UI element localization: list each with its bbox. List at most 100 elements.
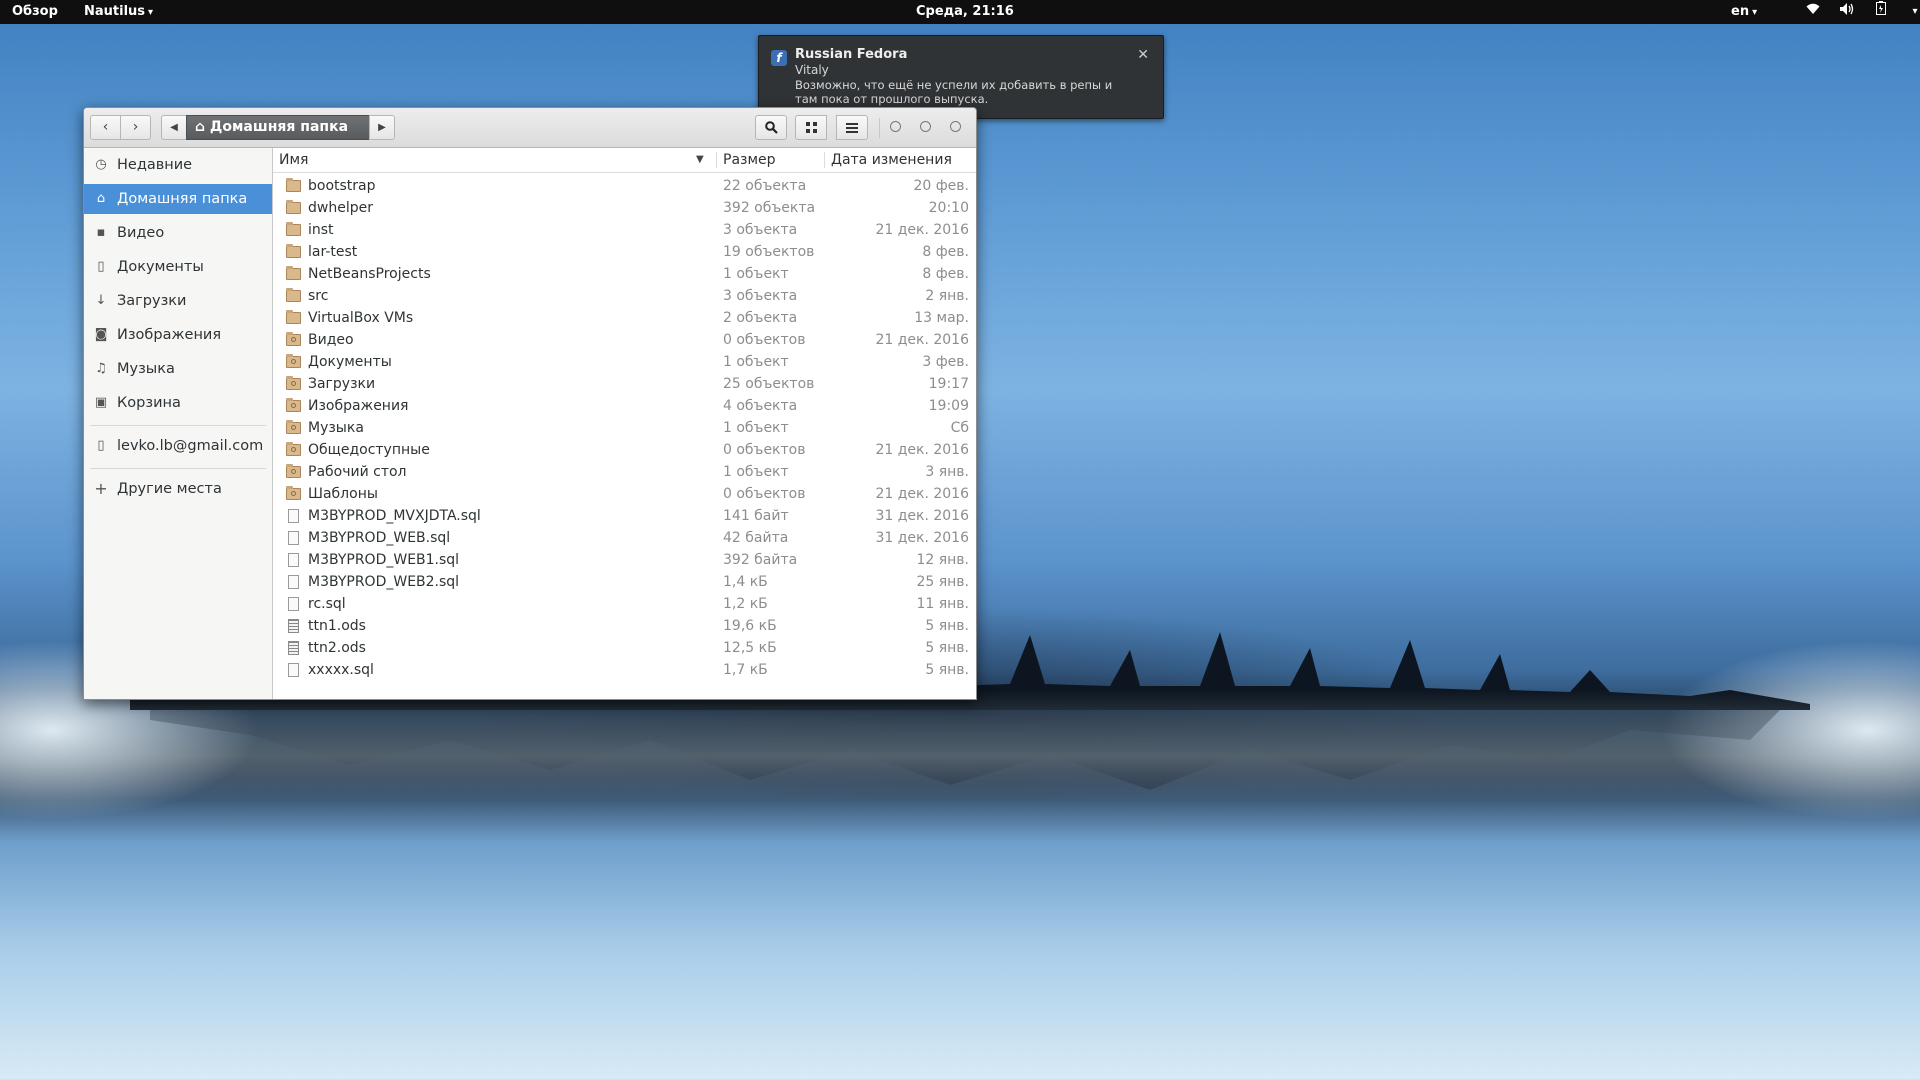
file-row[interactable]: VirtualBox VMs 2 объекта 13 мар.: [273, 307, 976, 329]
sidebar: ◷ Недавние ⌂ Домашняя папка ▪ Видео ▯ Докуме…: [84, 148, 273, 699]
file-row[interactable]: M3BYPROD_MVXJDTA.sql 141 байт 31 дек. 2016: [273, 505, 976, 527]
file-row[interactable]: M3BYPROD_WEB1.sql 392 байта 12 янв.: [273, 549, 976, 571]
path-label: Домашняя папка: [209, 119, 349, 135]
close-button[interactable]: [950, 121, 961, 132]
file-size: 1,2 кБ: [723, 596, 768, 612]
sidebar-item-trash[interactable]: ▣ Корзина: [84, 388, 272, 418]
file-size: 1 объект: [723, 420, 789, 436]
file-size: 0 объектов: [723, 332, 806, 348]
file-date: 19:17: [928, 376, 969, 392]
file-row[interactable]: Видео 0 объектов 21 дек. 2016: [273, 329, 976, 351]
notification-body: Возможно, что ещё не успели их добавить …: [795, 78, 1113, 106]
triangle-right-icon: ▶: [378, 122, 386, 133]
file-row[interactable]: bootstrap 22 объекта 20 фев.: [273, 175, 976, 197]
sidebar-item-music[interactable]: ♫ Музыка: [84, 354, 272, 384]
path-scroll-left-button[interactable]: ◀: [161, 115, 187, 140]
file-row[interactable]: inst 3 объекта 21 дек. 2016: [273, 219, 976, 241]
file-row[interactable]: Музыка 1 объект Сб: [273, 417, 976, 439]
minimize-button[interactable]: [890, 121, 901, 132]
file-row[interactable]: M3BYPROD_WEB2.sql 1,4 кБ 25 янв.: [273, 571, 976, 593]
file-size: 1 объект: [723, 354, 789, 370]
file-size: 1,4 кБ: [723, 574, 768, 590]
special-folder-icon: [286, 376, 301, 390]
file-row[interactable]: Шаблоны 0 объектов 21 дек. 2016: [273, 483, 976, 505]
path-scroll-right-button[interactable]: ▶: [369, 115, 395, 140]
activities-button[interactable]: Обзор: [12, 0, 58, 24]
view-list-button[interactable]: [836, 115, 868, 140]
folder-icon: [286, 222, 301, 236]
maximize-button[interactable]: [920, 121, 931, 132]
file-date: 19:09: [928, 398, 969, 414]
file-name: M3BYPROD_WEB.sql: [308, 530, 451, 546]
file-row[interactable]: Рабочий стол 1 объект 3 янв.: [273, 461, 976, 483]
sidebar-item-other-locations[interactable]: + Другие места: [84, 474, 272, 504]
file-size: 1,7 кБ: [723, 662, 768, 678]
sidebar-item-video[interactable]: ▪ Видео: [84, 218, 272, 248]
sidebar-item-recent[interactable]: ◷ Недавние: [84, 150, 272, 180]
file-row[interactable]: src 3 объекта 2 янв.: [273, 285, 976, 307]
file-row[interactable]: ttn1.ods 19,6 кБ 5 янв.: [273, 615, 976, 637]
forward-button[interactable]: ›: [120, 115, 151, 140]
text-file-icon: [288, 509, 299, 523]
app-menu-button[interactable]: Nautilus ▾: [84, 0, 153, 24]
file-row[interactable]: M3BYPROD_WEB.sql 42 байта 31 дек. 2016: [273, 527, 976, 549]
sidebar-item-pictures[interactable]: ◙ Изображения: [84, 320, 272, 350]
sidebar-item-documents[interactable]: ▯ Документы: [84, 252, 272, 282]
file-name: inst: [308, 222, 334, 238]
file-row[interactable]: Общедоступные 0 объектов 21 дек. 2016: [273, 439, 976, 461]
column-divider[interactable]: [824, 152, 825, 168]
file-name: M3BYPROD_MVXJDTA.sql: [308, 508, 481, 524]
sidebar-item-label: Другие места: [117, 481, 222, 497]
file-row[interactable]: dwhelper 392 объекта 20:10: [273, 197, 976, 219]
file-row[interactable]: NetBeansProjects 1 объект 8 фев.: [273, 263, 976, 285]
file-name: Документы: [308, 354, 392, 370]
clock[interactable]: Среда, 21:16: [916, 0, 1014, 24]
folder-icon: [286, 266, 301, 280]
file-date: 13 мар.: [914, 310, 969, 326]
file-date: 3 фев.: [922, 354, 969, 370]
app-menu-label: Nautilus: [84, 4, 146, 19]
file-size: 19,6 кБ: [723, 618, 777, 634]
file-row[interactable]: lar-test 19 объектов 8 фев.: [273, 241, 976, 263]
column-divider[interactable]: [716, 152, 717, 168]
file-date: 31 дек. 2016: [875, 530, 969, 546]
column-header-size[interactable]: Размер: [723, 148, 776, 172]
file-date: 20:10: [928, 200, 969, 216]
file-name: lar-test: [308, 244, 358, 260]
file-size: 3 объекта: [723, 288, 798, 304]
path-bar-home-button[interactable]: ⌂ Домашняя папка: [186, 115, 370, 140]
pictures-icon: ◙: [94, 327, 108, 342]
sidebar-divider: [90, 425, 266, 426]
system-menu-icon[interactable]: ▾: [1898, 0, 1920, 24]
file-row[interactable]: Изображения 4 объекта 19:09: [273, 395, 976, 417]
status-area[interactable]: ▾: [1796, 0, 1920, 24]
column-header-name[interactable]: Имя: [279, 148, 308, 172]
battery-icon[interactable]: [1864, 0, 1898, 24]
home-icon: ⌂: [195, 119, 206, 135]
folder-icon: [286, 288, 301, 302]
sidebar-item-online-account[interactable]: ▯ levko.lb@gmail.com: [84, 431, 272, 461]
folder-icon: [286, 200, 301, 214]
input-source-button[interactable]: en ▾: [1731, 0, 1757, 24]
sidebar-item-downloads[interactable]: ↓ Загрузки: [84, 286, 272, 316]
volume-icon[interactable]: [1830, 0, 1864, 24]
folder-icon: [286, 178, 301, 192]
wifi-icon[interactable]: [1796, 0, 1830, 24]
sidebar-item-home[interactable]: ⌂ Домашняя папка: [84, 184, 272, 214]
file-name: NetBeansProjects: [308, 266, 431, 282]
file-row[interactable]: xxxxx.sql 1,7 кБ 5 янв.: [273, 659, 976, 681]
back-button[interactable]: ‹: [90, 115, 121, 140]
file-row[interactable]: Документы 1 объект 3 фев.: [273, 351, 976, 373]
file-date: 21 дек. 2016: [875, 222, 969, 238]
file-row[interactable]: rc.sql 1,2 кБ 11 янв.: [273, 593, 976, 615]
file-row[interactable]: Загрузки 25 объектов 19:17: [273, 373, 976, 395]
column-header-date[interactable]: Дата изменения: [831, 148, 952, 172]
view-grid-button[interactable]: [795, 115, 827, 140]
sidebar-item-label: Музыка: [117, 361, 175, 377]
file-date: 8 фев.: [922, 244, 969, 260]
fedora-icon: f: [771, 50, 787, 66]
search-button[interactable]: [755, 115, 787, 140]
plus-icon: +: [94, 479, 108, 498]
file-row[interactable]: ttn2.ods 12,5 кБ 5 янв.: [273, 637, 976, 659]
close-icon[interactable]: ✕: [1137, 47, 1149, 63]
